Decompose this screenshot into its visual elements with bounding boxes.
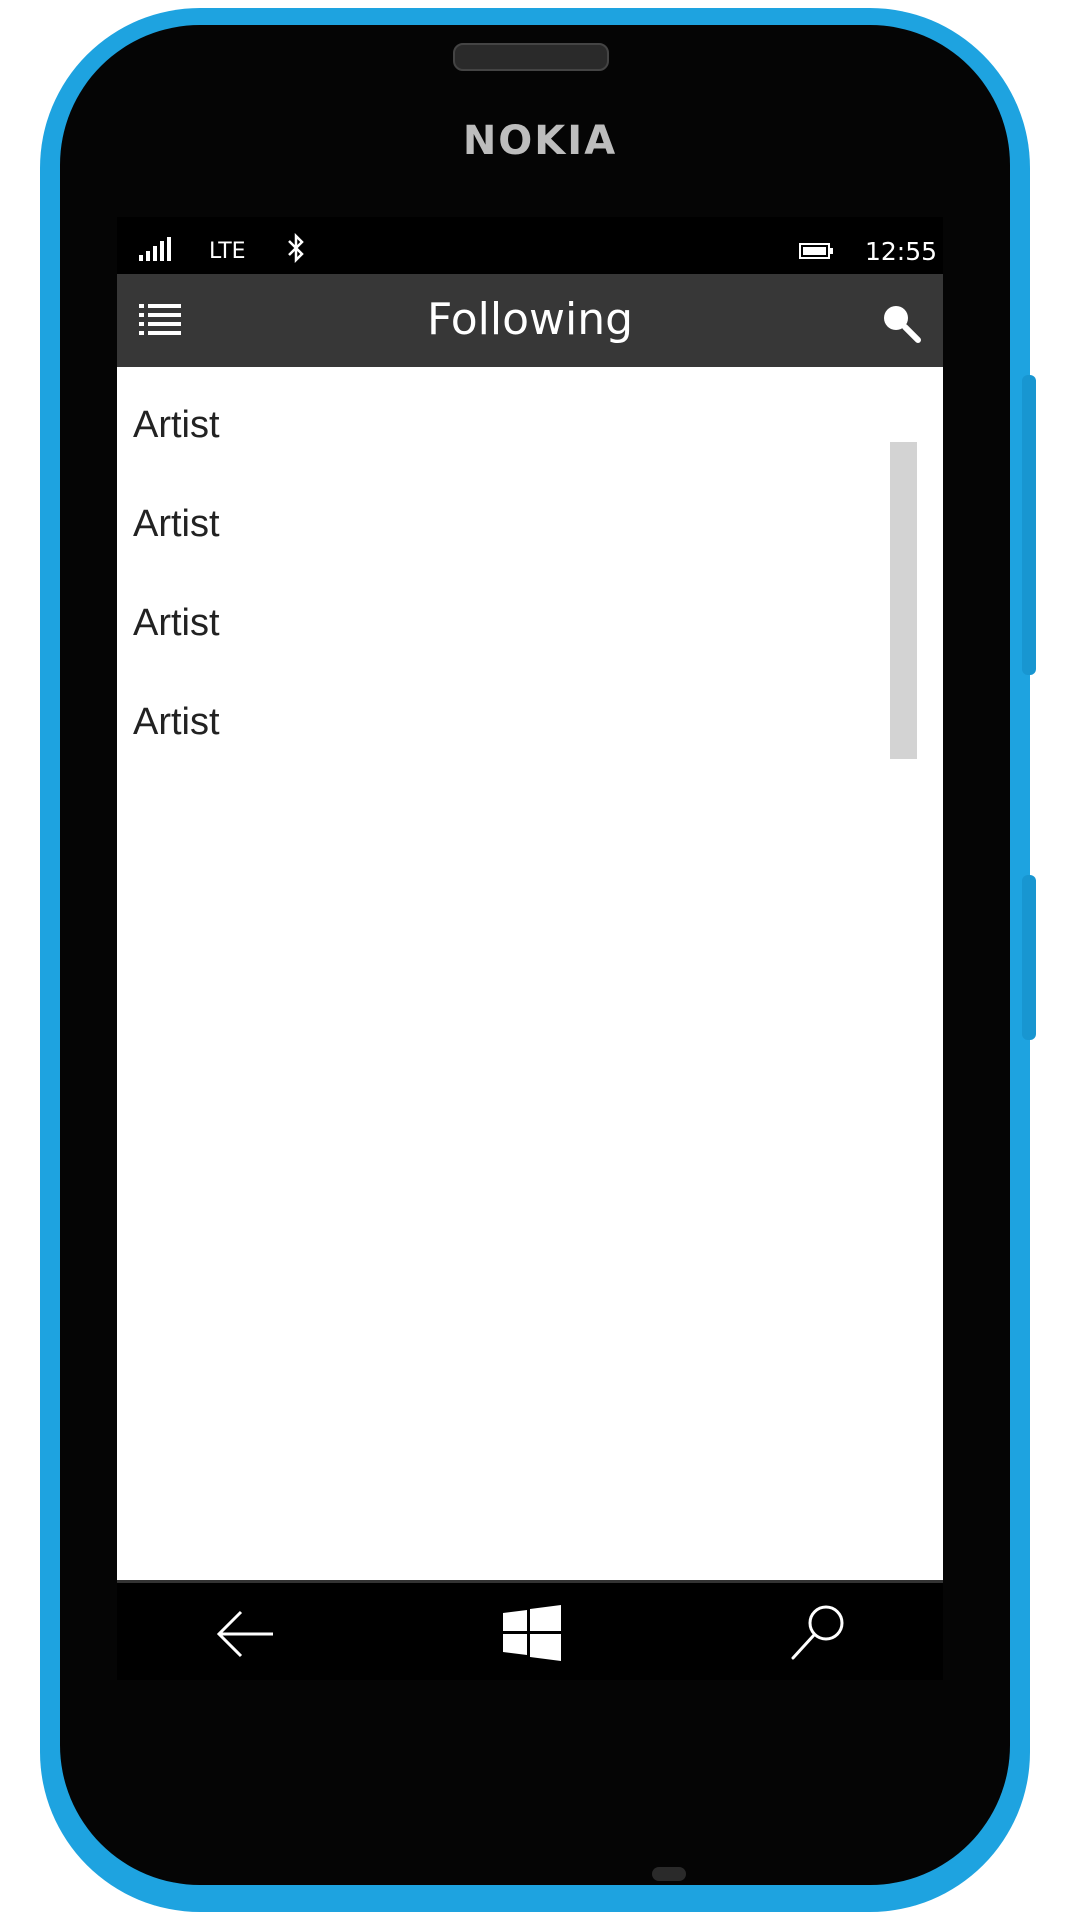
app-bar: Following bbox=[117, 274, 943, 370]
navigation-bar bbox=[117, 1583, 943, 1680]
status-bar: LTE 12:55 bbox=[117, 217, 943, 274]
bluetooth-icon bbox=[288, 233, 304, 263]
battery-icon bbox=[799, 243, 833, 259]
earpiece-speaker bbox=[453, 43, 609, 71]
artist-list-panel: Artist Artist Artist Artist bbox=[117, 367, 943, 1583]
screen: LTE 12:55 Following Artist Artist Artist… bbox=[117, 217, 943, 1680]
search-icon[interactable] bbox=[880, 302, 922, 344]
list-item[interactable]: Artist bbox=[133, 393, 220, 492]
clock: 12:55 bbox=[865, 237, 938, 266]
page-title: Following bbox=[426, 294, 634, 345]
microphone bbox=[652, 1867, 686, 1881]
list-item[interactable]: Artist bbox=[133, 690, 220, 789]
artist-list: Artist Artist Artist Artist bbox=[133, 393, 220, 789]
volume-button bbox=[1022, 375, 1036, 675]
network-type: LTE bbox=[209, 239, 246, 264]
list-item[interactable]: Artist bbox=[133, 492, 220, 591]
power-button bbox=[1022, 875, 1036, 1040]
back-arrow-icon[interactable] bbox=[215, 1608, 275, 1660]
brand-logo: NOKIA bbox=[462, 118, 618, 164]
list-item[interactable]: Artist bbox=[133, 591, 220, 690]
signal-icon bbox=[139, 237, 171, 261]
windows-logo-icon[interactable] bbox=[503, 1605, 561, 1661]
scrollbar[interactable] bbox=[890, 442, 917, 759]
search-icon[interactable] bbox=[790, 1603, 846, 1661]
